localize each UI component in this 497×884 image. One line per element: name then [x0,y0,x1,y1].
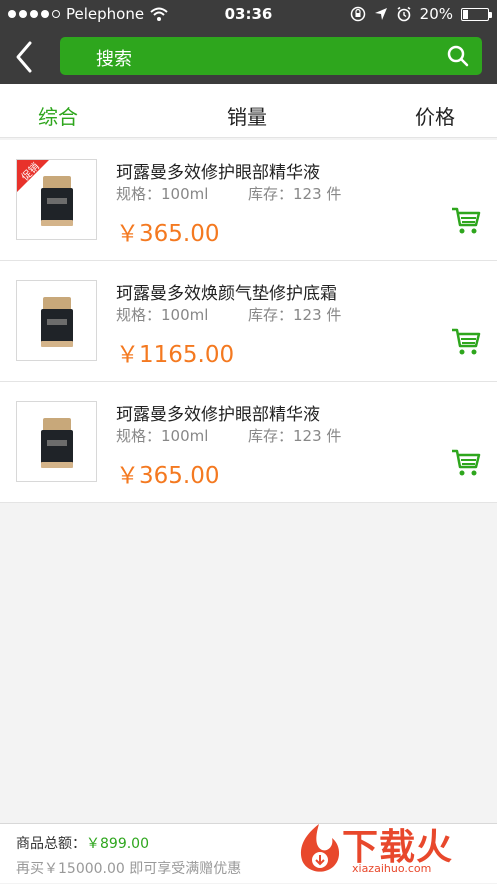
back-arrow-icon[interactable] [10,37,40,77]
product-stock: 库存：123 件 [248,306,342,324]
search-label: 搜索 [96,49,132,70]
cart-total: 商品总额：￥899.00 [16,833,149,853]
navigation-bar: 搜索 [0,29,497,84]
battery-icon [461,7,492,21]
rotation-lock-icon [350,6,365,22]
product-item[interactable]: 珂露曼多效焕颜气垫修护底霜 规格：100ml 库存：123 件 ￥1165.00 [0,261,497,382]
total-label: 商品总额： [16,836,86,852]
product-image[interactable]: 促销 [16,159,97,240]
watermark-url: xiazaihuo.com [352,862,432,875]
battery-percent: 20% [419,5,453,23]
watermark-logo: 下载火 xiazaihuo.com [292,816,497,884]
add-to-cart-icon[interactable] [451,448,481,478]
cart-summary-footer: 商品总额：￥899.00 再买￥15000.00 即可享受满赠优惠 下载火 xi… [0,823,497,883]
sort-tabs: 综合 销量 价格 [0,84,497,138]
total-amount: ￥899.00 [86,836,149,852]
product-price: ￥365.00 [116,221,220,247]
product-name[interactable]: 珂露曼多效修护眼部精华液 [116,158,320,183]
product-spec: 规格：100ml [116,427,209,445]
product-name[interactable]: 珂露曼多效修护眼部精华液 [116,400,320,425]
cream-jar-icon [41,418,73,468]
product-stock: 库存：123 件 [248,427,342,445]
product-list: 促销 珂露曼多效修护眼部精华液 规格：100ml 库存：123 件 ￥365.0… [0,140,497,503]
alarm-icon [397,6,411,22]
product-spec: 规格：100ml [116,185,209,203]
cream-jar-icon [41,297,73,347]
flame-logo-icon [300,824,340,872]
product-image[interactable] [16,280,97,361]
product-stock: 库存：123 件 [248,185,342,203]
product-image[interactable] [16,401,97,482]
product-spec: 规格：100ml [116,306,209,324]
tab-comprehensive[interactable]: 综合 [38,101,78,130]
add-to-cart-icon[interactable] [451,206,481,236]
search-icon[interactable] [446,44,470,68]
status-right: 20% [350,5,492,23]
add-to-cart-icon[interactable] [451,327,481,357]
product-item[interactable]: 珂露曼多效修护眼部精华液 规格：100ml 库存：123 件 ￥365.00 [0,382,497,503]
tab-price[interactable]: 价格 [415,101,455,130]
product-price: ￥1165.00 [116,342,235,368]
promo-hint: 再买￥15000.00 即可享受满赠优惠 [16,861,242,877]
tab-sales[interactable]: 销量 [227,101,267,130]
location-icon [374,8,387,20]
product-item[interactable]: 促销 珂露曼多效修护眼部精华液 规格：100ml 库存：123 件 ￥365.0… [0,140,497,261]
product-name[interactable]: 珂露曼多效焕颜气垫修护底霜 [116,279,337,304]
search-bar[interactable]: 搜索 [60,37,482,75]
product-price: ￥365.00 [116,463,220,489]
promo-badge: 促销 [17,160,49,192]
status-bar: Pelephone 03:36 20% [0,0,497,29]
